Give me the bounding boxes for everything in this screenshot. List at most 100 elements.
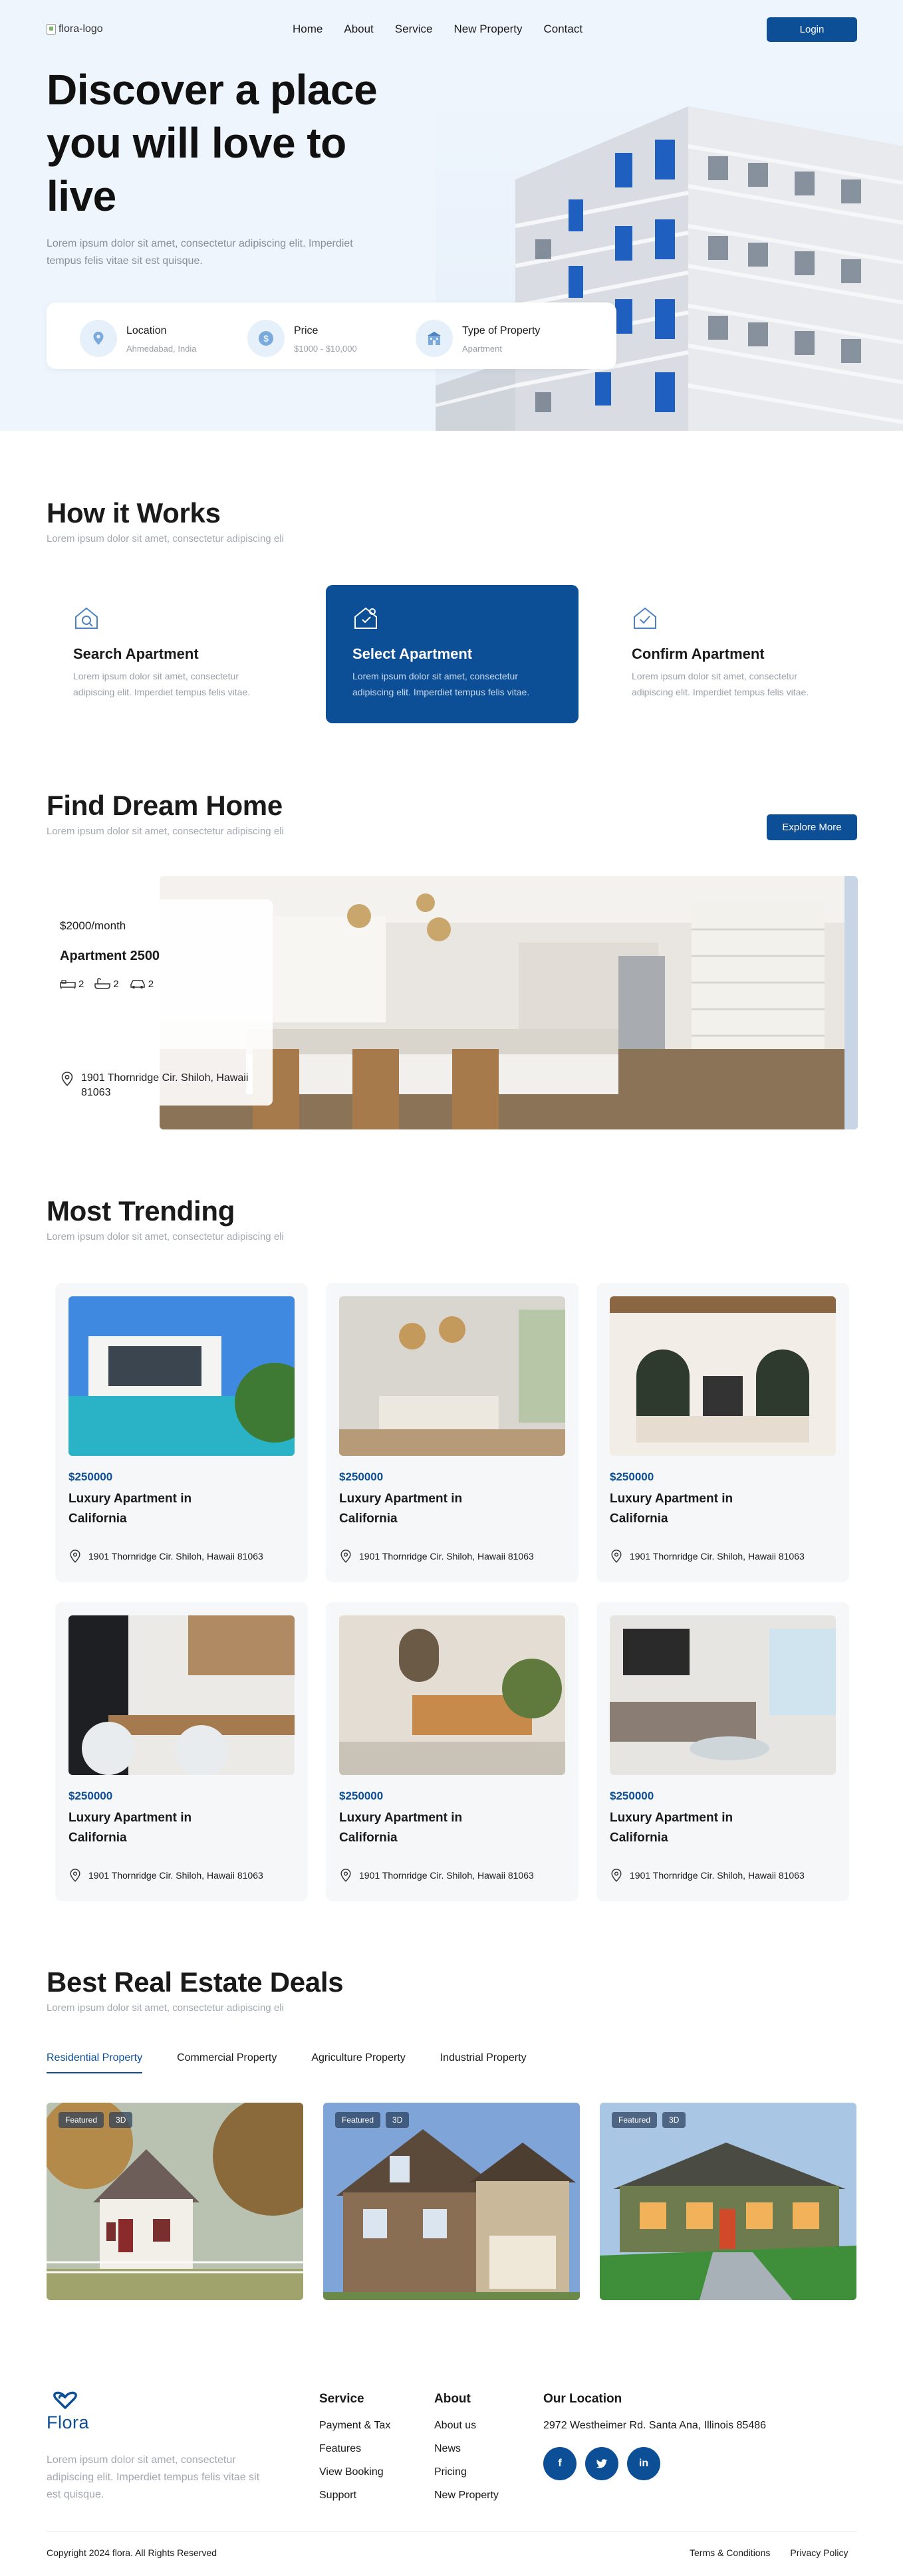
location-pin-icon xyxy=(611,1550,622,1563)
location-pin-icon xyxy=(340,1550,351,1563)
nav-home[interactable]: Home xyxy=(293,23,322,36)
footer-link-pricing[interactable]: Pricing xyxy=(434,2466,499,2478)
search-location[interactable]: Location Ahmedabad, India xyxy=(80,320,197,357)
explore-more-button[interactable]: Explore More xyxy=(767,814,857,840)
property-price: $250000 xyxy=(610,1470,654,1483)
hero-title: Discover a place you will love to live xyxy=(47,66,378,220)
footer-link-support[interactable]: Support xyxy=(319,2490,390,2502)
footer-link-view-booking[interactable]: View Booking xyxy=(319,2466,390,2478)
login-button[interactable]: Login xyxy=(767,17,857,42)
trending-card[interactable]: $250000 Luxury Apartment in California 190… xyxy=(596,1602,849,1901)
3d-badge[interactable]: 3D xyxy=(662,2112,686,2128)
property-photo xyxy=(68,1296,295,1456)
step-confirm-apartment[interactable]: Confirm Apartment Lorem ipsum dolor sit … xyxy=(605,585,858,723)
property-name: Luxury Apartment in California xyxy=(610,1811,733,1845)
footer-location-column: Our Location 2972 Westheimer Rd. Santa A… xyxy=(543,2392,766,2443)
search-price-label: Price xyxy=(294,325,319,336)
footer-link-news[interactable]: News xyxy=(434,2443,499,2455)
step-title: Confirm Apartment xyxy=(632,645,765,662)
step-search-apartment[interactable]: Search Apartment Lorem ipsum dolor sit a… xyxy=(47,585,299,723)
location-pin-icon xyxy=(80,320,117,357)
tab-industrial[interactable]: Industrial Property xyxy=(440,2052,527,2073)
property-tabs: Residential Property Commercial Property… xyxy=(47,2052,527,2073)
trending-title: Most Trending xyxy=(47,1195,235,1227)
trending-card[interactable]: $250000 Luxury Apartment in California 190… xyxy=(326,1602,579,1901)
step-select-apartment[interactable]: Select Apartment Lorem ipsum dolor sit a… xyxy=(326,585,579,723)
tab-residential[interactable]: Residential Property xyxy=(47,2052,143,2073)
apartment-address: 1901 Thornridge Cir. Shiloh, Hawaii 8106… xyxy=(60,1071,273,1100)
featured-apartment-card[interactable]: $2000/month Apartment 2500 2 2 2 1901 Th… xyxy=(47,899,273,1106)
property-address: 1901 Thornridge Cir. Shiloh, Hawaii 8106… xyxy=(68,1549,263,1564)
hero-building-image xyxy=(436,93,903,431)
3d-badge[interactable]: 3D xyxy=(109,2112,133,2128)
property-address: 1901 Thornridge Cir. Shiloh, Hawaii 8106… xyxy=(610,1868,805,1883)
footer-link-about-us[interactable]: About us xyxy=(434,2420,499,2432)
location-pin-icon xyxy=(70,1550,80,1563)
apartment-price: $2000/month xyxy=(60,919,126,932)
address-text: 1901 Thornridge Cir. Shiloh, Hawaii 8106… xyxy=(630,1551,805,1562)
location-pin-icon xyxy=(61,1072,73,1086)
footer-description: Lorem ipsum dolor sit amet, consectetur … xyxy=(47,2454,260,2500)
facebook-icon[interactable]: f xyxy=(543,2447,577,2480)
linkedin-icon[interactable]: in xyxy=(627,2447,660,2480)
nav-about[interactable]: About xyxy=(344,23,373,36)
property-photo xyxy=(339,1296,565,1456)
address-text: 1901 Thornridge Cir. Shiloh, Hawaii 8106… xyxy=(88,1551,263,1562)
trending-card[interactable]: $250000 Luxury Apartment in California 190… xyxy=(596,1283,849,1582)
select-house-icon xyxy=(354,607,377,629)
property-photo xyxy=(68,1615,295,1775)
car-icon xyxy=(130,980,145,989)
privacy-link[interactable]: Privacy Policy xyxy=(790,2547,848,2558)
tab-agriculture[interactable]: Agriculture Property xyxy=(311,2052,405,2073)
deal-card-2[interactable]: Featured 3D xyxy=(323,2103,580,2300)
address-text: 1901 Thornridge Cir. Shiloh, Hawaii 8106… xyxy=(81,1072,249,1098)
how-it-works-subtitle: Lorem ipsum dolor sit amet, consectetur … xyxy=(47,533,284,544)
footer-brand-name: Flora xyxy=(47,2412,90,2432)
tab-commercial[interactable]: Commercial Property xyxy=(177,2052,277,2073)
footer-legal-links: Terms & Conditions Privacy Policy xyxy=(690,2547,848,2558)
trending-card[interactable]: $250000 Luxury Apartment in California 190… xyxy=(55,1602,308,1901)
nav-service[interactable]: Service xyxy=(395,23,433,36)
property-name: Luxury Apartment in California xyxy=(339,1492,463,1526)
deal-card-1[interactable]: Featured 3D xyxy=(47,2103,303,2300)
main-nav: Home About Service New Property Contact xyxy=(293,23,582,36)
flora-logo-icon xyxy=(53,2391,77,2409)
nav-contact[interactable]: Contact xyxy=(543,23,582,36)
search-type-label: Type of Property xyxy=(462,325,541,336)
hero-section: flora-logo Home About Service New Proper… xyxy=(0,0,903,431)
brown-house-photo xyxy=(323,2103,580,2300)
property-name: Luxury Apartment in California xyxy=(68,1492,192,1526)
step-title: Select Apartment xyxy=(352,645,473,662)
terms-link[interactable]: Terms & Conditions xyxy=(690,2547,770,2558)
apartment-name: Apartment 2500 xyxy=(60,949,160,963)
footer-logo[interactable]: Flora xyxy=(47,2389,89,2433)
search-type-value: Apartment xyxy=(462,344,502,354)
property-name: Luxury Apartment in California xyxy=(610,1492,733,1526)
property-name: Luxury Apartment in California xyxy=(68,1811,192,1845)
address-text: 1901 Thornridge Cir. Shiloh, Hawaii 8106… xyxy=(359,1870,534,1881)
footer-link-new-property[interactable]: New Property xyxy=(434,2490,499,2502)
property-price: $250000 xyxy=(68,1790,113,1802)
twitter-icon[interactable] xyxy=(585,2447,618,2480)
footer-about-column: About About us News Pricing New Property xyxy=(434,2392,499,2513)
footer-location-title: Our Location xyxy=(543,2392,622,2406)
trending-card[interactable]: $250000 Luxury Apartment in California 190… xyxy=(55,1283,308,1582)
flora-logo[interactable]: flora-logo xyxy=(47,23,103,35)
deal-card-3[interactable]: Featured 3D xyxy=(600,2103,856,2300)
nav-new-property[interactable]: New Property xyxy=(453,23,522,36)
featured-badge: Featured xyxy=(59,2112,104,2128)
footer-link-payment-tax[interactable]: Payment & Tax xyxy=(319,2420,390,2432)
search-house-icon xyxy=(75,607,98,629)
footer-link-features[interactable]: Features xyxy=(319,2443,390,2455)
property-address: 1901 Thornridge Cir. Shiloh, Hawaii 8106… xyxy=(610,1549,805,1564)
trending-card[interactable]: $250000 Luxury Apartment in California 190… xyxy=(326,1283,579,1582)
bath-feature: 2 xyxy=(94,978,119,990)
3d-badge[interactable]: 3D xyxy=(386,2112,410,2128)
hero-subtitle: Lorem ipsum dolor sit amet, consectetur … xyxy=(47,238,353,267)
how-it-works-title: How it Works xyxy=(47,497,221,528)
search-property-type[interactable]: Type of Property Apartment xyxy=(416,320,540,357)
search-price[interactable]: $ Price $1000 - $10,000 xyxy=(247,320,357,357)
green-house-photo xyxy=(600,2103,856,2300)
twitter-bird-icon xyxy=(596,2458,608,2468)
location-pin-icon xyxy=(611,1869,622,1882)
